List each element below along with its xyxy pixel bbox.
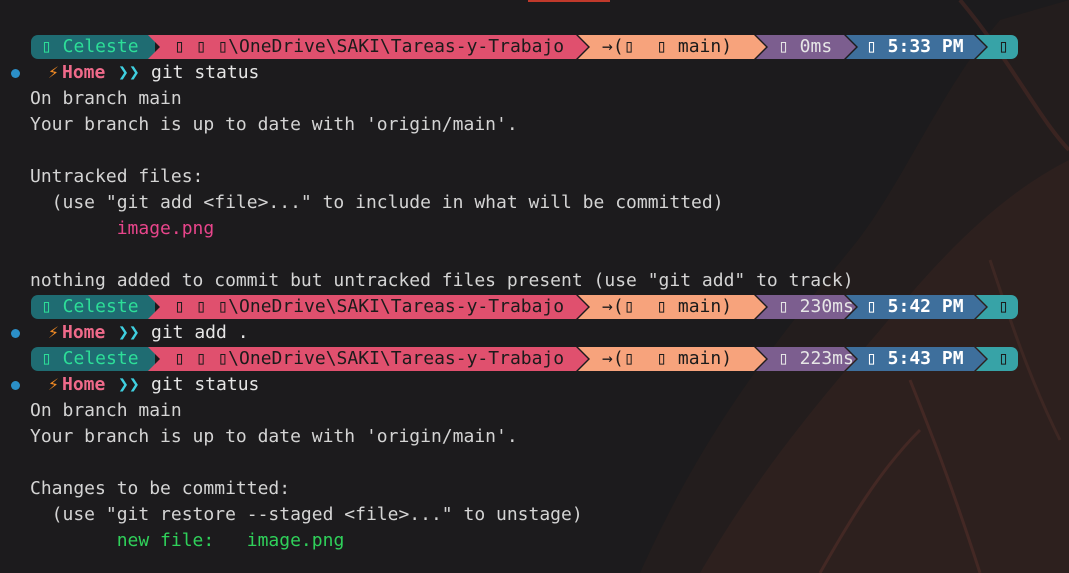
output-line: (use "git add <file>..." to include in w… xyxy=(30,192,724,213)
command-status-dot[interactable] xyxy=(11,329,20,338)
window-top-accent xyxy=(528,0,610,2)
lightning-icon: ⚡ xyxy=(48,374,59,395)
prompt-bar: ▯ Celeste ▯ ▯ ▯\OneDrive\SAKI\Tareas-y-T… xyxy=(0,346,1069,372)
output-line: On branch main xyxy=(30,400,182,421)
prompt-duration-segment: ▯ 223ms xyxy=(756,347,856,371)
prompt-user-segment: ▯ Celeste xyxy=(31,347,155,371)
command-text: git status xyxy=(151,62,260,83)
prompt-path-segment: ▯ ▯ ▯\OneDrive\SAKI\Tareas-y-Trabajo xyxy=(148,35,588,59)
output-line: Changes to be committed: xyxy=(30,478,291,499)
untracked-file: image.png xyxy=(30,218,215,239)
prompt-clock-segment: ▯ 5:43 PM xyxy=(846,347,986,371)
output-line: (use "git restore --staged <file>..." to… xyxy=(30,504,583,525)
chevron-icon: ❯❯ xyxy=(118,322,140,343)
command-text: git status xyxy=(151,374,260,395)
command-line: ⚡ Home ❯❯ git status xyxy=(0,60,1069,86)
prompt-bar: ▯ Celeste ▯ ▯ ▯\OneDrive\SAKI\Tareas-y-T… xyxy=(0,294,1069,320)
prompt-clock-segment: ▯ 5:42 PM xyxy=(846,295,986,319)
prompt-clock-segment: ▯ 5:33 PM xyxy=(846,35,986,59)
prompt-path-segment: ▯ ▯ ▯\OneDrive\SAKI\Tareas-y-Trabajo xyxy=(148,295,588,319)
output-line: nothing added to commit but untracked fi… xyxy=(30,270,854,291)
prompt-duration-segment: ▯ 230ms xyxy=(756,295,856,319)
prompt-git-segment: →(▯ ▯ main) xyxy=(578,295,766,319)
prompt-duration-segment: ▯ 0ms xyxy=(756,35,856,59)
command-status-dot[interactable] xyxy=(11,69,20,78)
command-line: ⚡ Home ❯❯ git add . xyxy=(0,320,1069,346)
home-label: Home xyxy=(62,62,106,83)
output-line: Untracked files: xyxy=(30,166,204,187)
command-status-dot[interactable] xyxy=(11,381,20,390)
output-line: Your branch is up to date with 'origin/m… xyxy=(30,426,518,447)
home-label: Home xyxy=(62,322,106,343)
terminal[interactable]: ▯ Celeste ▯ ▯ ▯\OneDrive\SAKI\Tareas-y-T… xyxy=(0,34,1069,554)
command-line: ⚡ Home ❯❯ git status xyxy=(0,372,1069,398)
prompt-git-segment: →(▯ ▯ main) xyxy=(578,35,766,59)
staged-file-line: new file: image.png xyxy=(30,528,345,554)
prompt-user-segment: ▯ Celeste xyxy=(31,35,155,59)
prompt-git-segment: →(▯ ▯ main) xyxy=(578,347,766,371)
new-file-label: new file: xyxy=(30,530,215,551)
command-text: git add . xyxy=(151,322,249,343)
lightning-icon: ⚡ xyxy=(48,322,59,343)
chevron-icon: ❯❯ xyxy=(118,62,140,83)
prompt-bar: ▯ Celeste ▯ ▯ ▯\OneDrive\SAKI\Tareas-y-T… xyxy=(0,34,1069,60)
output-line: Your branch is up to date with 'origin/m… xyxy=(30,114,518,135)
chevron-icon: ❯❯ xyxy=(118,374,140,395)
staged-file-name: image.png xyxy=(214,530,345,551)
lightning-icon: ⚡ xyxy=(48,62,59,83)
prompt-path-segment: ▯ ▯ ▯\OneDrive\SAKI\Tareas-y-Trabajo xyxy=(148,347,588,371)
home-label: Home xyxy=(62,374,106,395)
prompt-user-segment: ▯ Celeste xyxy=(31,295,155,319)
output-line: On branch main xyxy=(30,88,182,109)
